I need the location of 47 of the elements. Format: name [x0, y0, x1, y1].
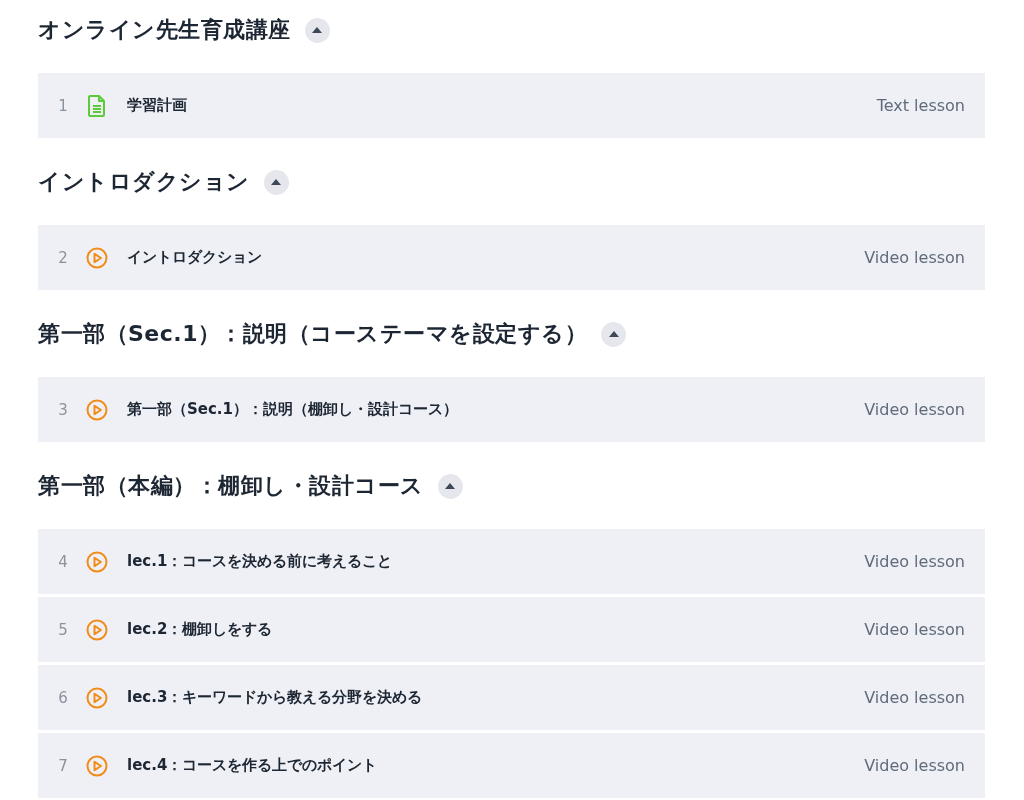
lesson-title: lec.2：棚卸しをする: [127, 620, 274, 639]
caret-up-icon: [445, 483, 455, 489]
section-title: オンライン先生育成講座: [38, 16, 291, 44]
caret-up-icon: [609, 331, 619, 337]
lesson-number: 6: [57, 688, 69, 707]
play-icon: [86, 550, 108, 573]
caret-up-icon: [312, 27, 322, 33]
lesson-row[interactable]: 7 lec.4：コースを作る上でのポイント Video lesson: [38, 733, 985, 798]
lesson-title: lec.4：コースを作る上でのポイント: [127, 756, 379, 775]
lesson-row[interactable]: 3 第一部（Sec.1）：説明（棚卸し・設計コース） Video lesson: [38, 377, 985, 442]
lesson-title: lec.1：コースを決める前に考えること: [127, 552, 394, 571]
lesson-type: Text lesson: [876, 96, 965, 115]
lesson-type: Video lesson: [864, 688, 965, 707]
lesson-title: lec.3：キーワードから教える分野を決める: [127, 688, 424, 707]
lesson-type: Video lesson: [864, 620, 965, 639]
play-icon: [86, 246, 108, 269]
lesson-type: Video lesson: [864, 248, 965, 267]
lesson-row[interactable]: 1 学習計画 Text lesson: [38, 73, 985, 138]
lesson-row[interactable]: 4 lec.1：コースを決める前に考えること Video lesson: [38, 529, 985, 594]
lesson-row[interactable]: 5 lec.2：棚卸しをする Video lesson: [38, 597, 985, 662]
play-icon: [86, 398, 108, 421]
lesson-type: Video lesson: [864, 552, 965, 571]
collapse-toggle[interactable]: [263, 169, 289, 195]
play-icon: [86, 754, 108, 777]
lesson-number: 5: [57, 620, 69, 639]
lesson-number: 4: [57, 552, 69, 571]
section-title: イントロダクション: [38, 168, 250, 196]
lesson-title: イントロダクション: [127, 248, 263, 267]
lesson-number: 2: [57, 248, 69, 267]
section-title: 第一部（本編）：棚卸し・設計コース: [38, 472, 424, 500]
caret-up-icon: [271, 179, 281, 185]
lesson-type: Video lesson: [864, 756, 965, 775]
section-title: 第一部（Sec.1）：説明（コーステーマを設定する）: [38, 320, 588, 348]
lesson-number: 3: [57, 400, 69, 419]
lesson-number: 7: [57, 756, 69, 775]
lesson-type: Video lesson: [864, 400, 965, 419]
lesson-title: 学習計画: [127, 96, 188, 115]
doc-icon: [86, 94, 108, 117]
lesson-number: 1: [57, 96, 69, 115]
play-icon: [86, 618, 108, 641]
lesson-title: 第一部（Sec.1）：説明（棚卸し・設計コース）: [127, 400, 459, 419]
collapse-toggle[interactable]: [601, 321, 627, 347]
collapse-toggle[interactable]: [304, 17, 330, 43]
play-icon: [86, 686, 108, 709]
lesson-row[interactable]: 6 lec.3：キーワードから教える分野を決める Video lesson: [38, 665, 985, 730]
lesson-row[interactable]: 2 イントロダクション Video lesson: [38, 225, 985, 290]
collapse-toggle[interactable]: [437, 473, 463, 499]
